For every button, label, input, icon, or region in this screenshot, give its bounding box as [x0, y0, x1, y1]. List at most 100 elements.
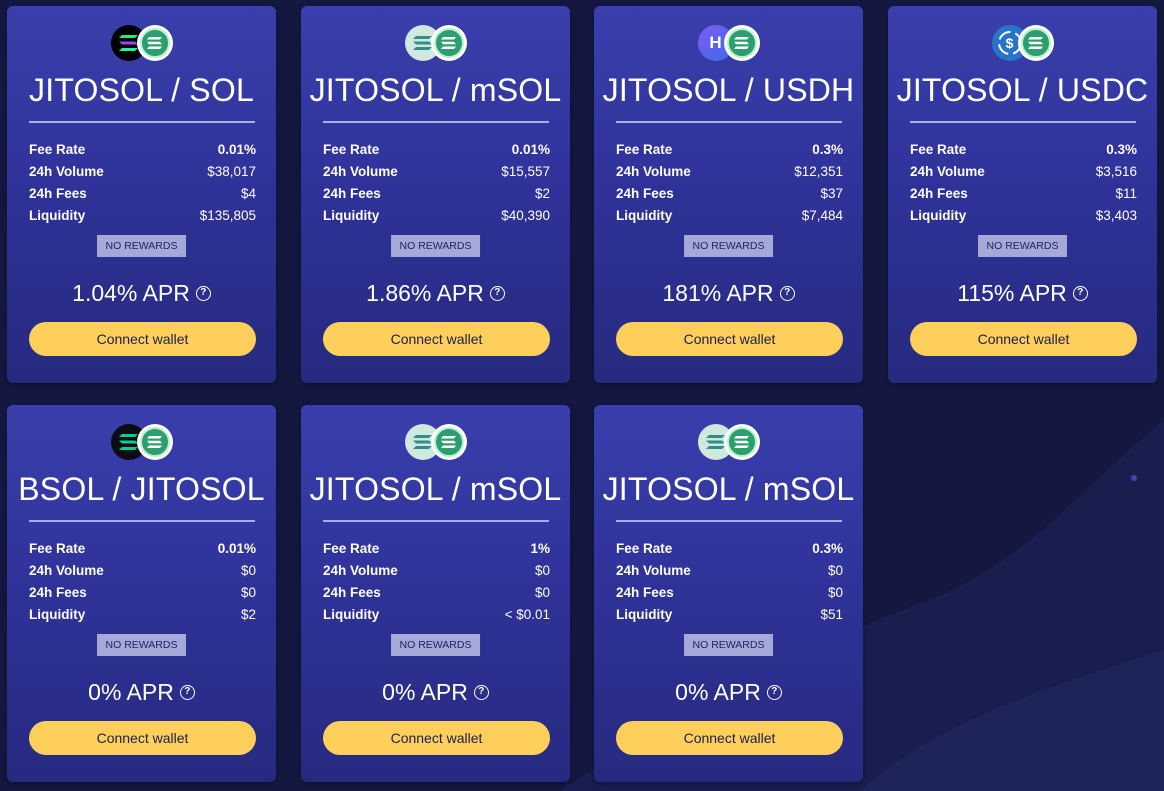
rewards-badge: NO REWARDS	[977, 235, 1068, 257]
fee-rate-value: 0.01%	[217, 142, 256, 157]
fee-rate-value: 1%	[530, 541, 550, 556]
apr-value: 181% APR	[662, 280, 774, 306]
fees-row: 24h Fees $37	[616, 183, 843, 205]
fees-label: 24h Fees	[616, 186, 674, 201]
liquidity-value: < $0.01	[504, 607, 550, 622]
pool-stats: Fee Rate 0.3% 24h Volume $12,351 24h Fees $…	[616, 139, 843, 227]
help-icon[interactable]: ?	[179, 685, 195, 700]
volume-row: 24h Volume $12,351	[616, 161, 843, 183]
liquidity-value: $51	[820, 607, 843, 622]
help-icon[interactable]: ?	[195, 286, 211, 301]
volume-label: 24h Volume	[323, 164, 398, 179]
pool-stats: Fee Rate 0.01% 24h Volume $0 24h Fees $0 Li…	[29, 538, 256, 626]
connect-wallet-button[interactable]: Connect wallet	[910, 322, 1137, 356]
pool-stats: Fee Rate 0.01% 24h Volume $38,017 24h Fees…	[29, 139, 256, 227]
pool-title: BSOL / JITOSOL	[18, 471, 265, 507]
connect-wallet-button[interactable]: Connect wallet	[29, 322, 256, 356]
divider	[29, 520, 255, 522]
fees-label: 24h Fees	[29, 186, 87, 201]
pool-card: JITOSOL / mSOL Fee Rate 0.3% 24h Volume $0…	[594, 405, 863, 782]
jitosol-icon	[1017, 25, 1054, 61]
fees-row: 24h Fees $0	[323, 582, 550, 604]
liquidity-label: Liquidity	[29, 607, 86, 622]
pool-card: H JITOSOL / USDH Fee Rate 0.3% 24h Volume…	[594, 6, 863, 383]
volume-value: $38,017	[207, 164, 256, 179]
fee-rate-row: Fee Rate 1%	[323, 538, 550, 560]
rewards-badge: NO REWARDS	[683, 634, 774, 656]
token-pair-icons: $	[991, 25, 1054, 61]
pool-stats: Fee Rate 1% 24h Volume $0 24h Fees $0 Liqui…	[323, 538, 550, 626]
jitosol-icon	[430, 424, 467, 460]
pool-card: JITOSOL / SOL Fee Rate 0.01% 24h Volume $3…	[7, 6, 276, 383]
apr-display: 0% APR?	[594, 679, 863, 706]
help-icon[interactable]: ?	[1072, 286, 1088, 301]
fees-row: 24h Fees $4	[29, 183, 256, 205]
liquidity-row: Liquidity $135,805	[29, 205, 256, 227]
liquidity-row: Liquidity $2	[29, 604, 256, 626]
fees-label: 24h Fees	[323, 186, 381, 201]
token-pair-icons: H	[697, 25, 760, 61]
connect-wallet-button[interactable]: Connect wallet	[29, 721, 256, 755]
volume-row: 24h Volume $0	[616, 560, 843, 582]
volume-row: 24h Volume $0	[323, 560, 550, 582]
volume-value: $0	[827, 563, 843, 578]
usdc-symbol: $	[1005, 35, 1014, 51]
liquidity-value: $3,403	[1095, 208, 1137, 223]
connect-wallet-button[interactable]: Connect wallet	[323, 322, 550, 356]
token-pair-icons	[110, 424, 173, 460]
pool-title: JITOSOL / mSOL	[602, 471, 855, 507]
volume-value: $3,516	[1095, 164, 1137, 179]
divider	[616, 121, 842, 123]
divider	[323, 520, 549, 522]
divider	[616, 520, 842, 522]
rewards-badge: NO REWARDS	[96, 634, 187, 656]
connect-wallet-button[interactable]: Connect wallet	[616, 322, 843, 356]
fee-rate-value: 0.3%	[1106, 142, 1137, 157]
liquidity-row: Liquidity $7,484	[616, 205, 843, 227]
jitosol-icon	[723, 25, 760, 61]
rewards-badge: NO REWARDS	[390, 235, 481, 257]
token-pair-icons	[404, 25, 467, 61]
pool-stats: Fee Rate 0.3% 24h Volume $3,516 24h Fees $1…	[910, 139, 1137, 227]
divider	[910, 121, 1136, 123]
fee-rate-label: Fee Rate	[29, 142, 86, 157]
fee-rate-row: Fee Rate 0.3%	[616, 139, 843, 161]
help-icon[interactable]: ?	[473, 685, 489, 700]
fee-rate-label: Fee Rate	[29, 541, 86, 556]
volume-value: $0	[534, 563, 550, 578]
fee-rate-value: 0.01%	[217, 541, 256, 556]
fee-rate-row: Fee Rate 0.01%	[29, 139, 256, 161]
pool-card: $ JITOSOL / USDC Fee Rate 0.3% 24h Volume…	[888, 6, 1157, 383]
volume-row: 24h Volume $3,516	[910, 161, 1137, 183]
fee-rate-value: 0.3%	[812, 142, 843, 157]
fee-rate-value: 0.3%	[812, 541, 843, 556]
volume-value: $0	[240, 563, 256, 578]
volume-label: 24h Volume	[29, 563, 104, 578]
liquidity-label: Liquidity	[29, 208, 86, 223]
fees-value: $37	[820, 186, 843, 201]
pool-card: JITOSOL / mSOL Fee Rate 1% 24h Volume $0 2…	[301, 405, 570, 782]
fees-value: $0	[827, 585, 843, 600]
apr-display: 1.86% APR?	[301, 280, 570, 307]
volume-label: 24h Volume	[910, 164, 985, 179]
volume-value: $12,351	[794, 164, 843, 179]
liquidity-row: Liquidity $51	[616, 604, 843, 626]
connect-wallet-button[interactable]: Connect wallet	[323, 721, 550, 755]
help-icon[interactable]: ?	[766, 685, 782, 700]
help-icon[interactable]: ?	[489, 286, 505, 301]
apr-value: 1.04% APR	[72, 280, 190, 306]
connect-wallet-button[interactable]: Connect wallet	[616, 721, 843, 755]
fee-rate-label: Fee Rate	[616, 541, 673, 556]
help-icon[interactable]: ?	[779, 286, 795, 301]
fee-rate-row: Fee Rate 0.01%	[323, 139, 550, 161]
volume-row: 24h Volume $0	[29, 560, 256, 582]
divider	[323, 121, 549, 123]
pool-card: BSOL / JITOSOL Fee Rate 0.01% 24h Volume $…	[7, 405, 276, 782]
liquidity-value: $40,390	[501, 208, 550, 223]
volume-label: 24h Volume	[323, 563, 398, 578]
apr-value: 0% APR	[675, 679, 761, 705]
fee-rate-row: Fee Rate 0.01%	[29, 538, 256, 560]
apr-display: 1.04% APR?	[7, 280, 276, 307]
pool-stats: Fee Rate 0.01% 24h Volume $15,557 24h Fees…	[323, 139, 550, 227]
liquidity-row: Liquidity < $0.01	[323, 604, 550, 626]
